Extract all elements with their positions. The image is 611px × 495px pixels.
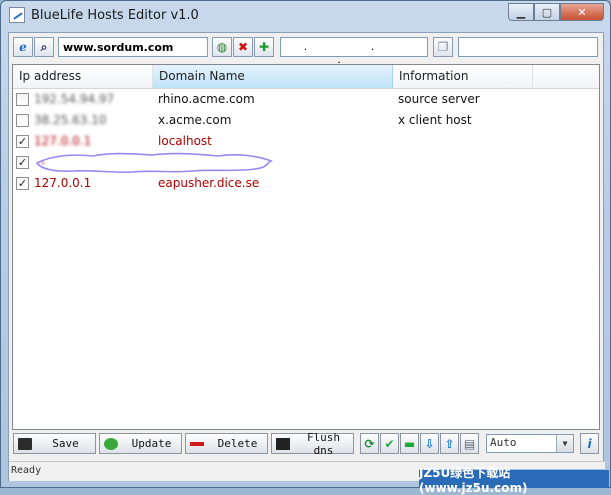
row-checkbox-checked[interactable]: ✓ xyxy=(16,156,29,169)
maximize-button[interactable]: ▢ xyxy=(534,3,560,21)
chevron-down-icon[interactable]: ▼ xyxy=(556,435,573,452)
import-icon[interactable]: ⇩ xyxy=(420,433,439,454)
row-ip: 192.54.94.97 xyxy=(34,92,115,106)
delete-button[interactable]: Delete xyxy=(185,433,268,454)
ip-address-field[interactable]: . . . xyxy=(280,37,428,66)
title-bar: BlueLife Hosts Editor v1.0 ▁ ▢ ✕ xyxy=(1,1,610,31)
update-icon xyxy=(104,437,118,450)
row-ip: 38.25.63.10 xyxy=(34,113,107,127)
row-checkbox[interactable] xyxy=(16,114,29,127)
delete-icon[interactable]: ✖ xyxy=(233,37,253,57)
column-filler xyxy=(533,65,599,88)
search-input[interactable] xyxy=(58,37,208,57)
list-header: Ip address Domain Name Information xyxy=(13,65,599,89)
row-domain: localhost xyxy=(158,134,212,148)
watermark-banner: JZ5U绿色下载站(www.jz5u.com) xyxy=(419,466,609,495)
row-domain: eapusher.dice.se xyxy=(158,176,260,190)
client-area: ℯ ⌕ ◍ ✖ ✚ . . . ❐ Ip address Domain Name… xyxy=(8,32,605,481)
column-domain-name[interactable]: Domain Name xyxy=(153,65,393,88)
ie-icon[interactable]: ℯ xyxy=(13,37,33,57)
table-row[interactable]: 38.25.63.10 x.acme.com x client host xyxy=(13,110,599,131)
redaction-scribble xyxy=(35,152,273,173)
row-domain: x.acme.com xyxy=(158,113,232,127)
hosts-list[interactable]: Ip address Domain Name Information 192.5… xyxy=(12,64,600,430)
flush-dns-button[interactable]: Flush dns xyxy=(271,431,354,457)
table-row[interactable]: 192.54.94.97 rhino.acme.com source serve… xyxy=(13,89,599,110)
console-icon xyxy=(276,437,290,450)
encoding-selected: Auto xyxy=(490,436,517,449)
copy-icon[interactable]: ❐ xyxy=(433,37,453,57)
export-icon[interactable]: ⇧ xyxy=(440,433,459,454)
row-checkbox[interactable] xyxy=(16,93,29,106)
list-rows: 192.54.94.97 rhino.acme.com source serve… xyxy=(13,89,599,194)
encoding-select[interactable]: Auto ▼ xyxy=(486,434,574,453)
app-logo-icon xyxy=(9,7,25,23)
minus-icon[interactable]: ▬ xyxy=(400,433,419,454)
row-info: x client host xyxy=(398,113,472,127)
minimize-button[interactable]: ▁ xyxy=(508,3,534,21)
table-row[interactable]: ✓ 127.0.0.1 localhost xyxy=(13,131,599,152)
update-button[interactable]: Update xyxy=(99,433,182,454)
add-icon[interactable]: ✚ xyxy=(254,37,274,57)
refresh-icon[interactable]: ⟳ xyxy=(360,433,379,454)
column-ip-address[interactable]: Ip address xyxy=(13,65,153,88)
table-row[interactable]: ✓ 127.0.0.1 eapusher.dice.se xyxy=(13,173,599,194)
action-bar: Save Update Delete Flush dns ⟳ ✔ ▬ ⇩ ⇧ ▤… xyxy=(12,431,600,457)
row-ip: 127.0.0.1 xyxy=(34,134,92,148)
globe-icon[interactable]: ◍ xyxy=(212,37,232,57)
hosts-file-icon[interactable]: ▤ xyxy=(460,433,479,454)
row-info: source server xyxy=(398,92,480,106)
check-icon[interactable]: ✔ xyxy=(380,433,399,454)
floppy-icon xyxy=(18,437,32,450)
minus-icon xyxy=(190,441,204,446)
row-ip: 127.0.0.1 xyxy=(34,176,92,190)
row-checkbox-checked[interactable]: ✓ xyxy=(16,177,29,190)
window-title: BlueLife Hosts Editor v1.0 xyxy=(31,8,199,23)
top-toolbar: ℯ ⌕ ◍ ✖ ✚ . . . ❐ xyxy=(12,36,600,66)
app-window: BlueLife Hosts Editor v1.0 ▁ ▢ ✕ ℯ ⌕ ◍ ✖… xyxy=(0,0,611,495)
status-text: Ready xyxy=(11,465,42,476)
column-information[interactable]: Information xyxy=(393,65,533,88)
row-checkbox-checked[interactable]: ✓ xyxy=(16,135,29,148)
information-field[interactable] xyxy=(458,37,598,57)
row-domain: rhino.acme.com xyxy=(158,92,255,106)
info-icon[interactable]: i xyxy=(580,433,599,454)
save-button[interactable]: Save xyxy=(13,433,96,454)
search-icon[interactable]: ⌕ xyxy=(34,37,54,57)
table-row[interactable]: ✓ xyxy=(13,152,599,173)
close-button[interactable]: ✕ xyxy=(560,3,604,21)
